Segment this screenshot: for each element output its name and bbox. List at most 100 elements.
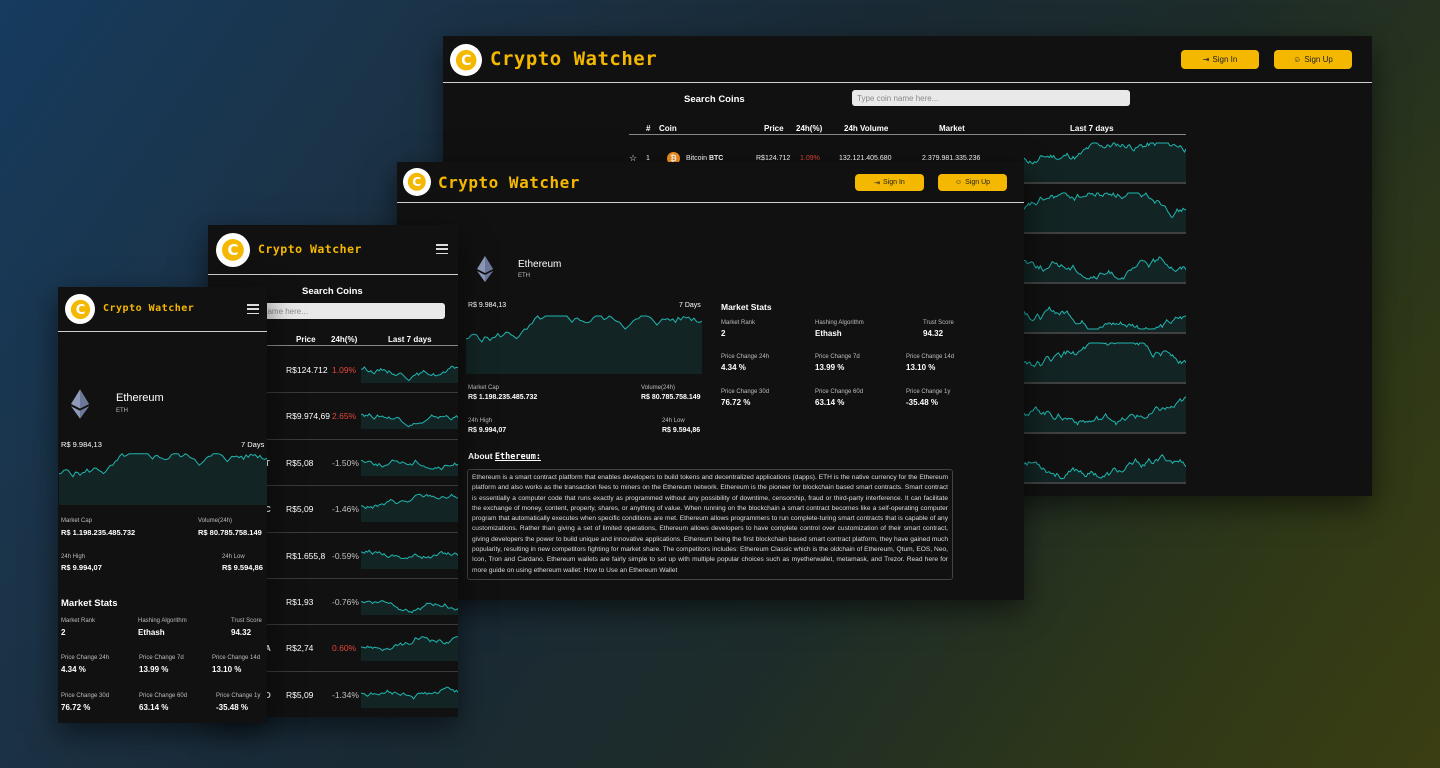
low-value: R$ 9.594,86: [662, 427, 701, 434]
volume-value: R$ 80.785.758.149: [198, 528, 262, 537]
stat-value: 76.72 %: [721, 398, 751, 407]
stat-label: Trust Score: [231, 618, 262, 624]
row-change: 0.60%: [332, 643, 357, 654]
stat-value: 4.34 %: [61, 665, 86, 674]
stat-label: Price Change 1y: [216, 693, 261, 699]
logo[interactable]: C: [216, 233, 250, 267]
menu-icon[interactable]: [436, 244, 448, 254]
stat-label: Price Change 24h: [61, 655, 110, 661]
row-sparkline: [361, 365, 458, 383]
sparkline-area: [361, 459, 458, 476]
row-price: R$2,74: [286, 643, 314, 654]
stat-label: Price Change 30d: [61, 693, 110, 699]
search-input[interactable]: [852, 90, 1130, 106]
menu-icon[interactable]: [247, 304, 259, 314]
sign-in-button[interactable]: ⇥ Sign In: [855, 174, 924, 191]
logo[interactable]: C: [65, 294, 95, 324]
row-sparkline: [361, 636, 458, 662]
row-sparkline: [1024, 396, 1186, 432]
stat-value: 13.99 %: [815, 363, 845, 372]
sparkline-area: [1024, 343, 1186, 382]
stat-label: Price Change 7d: [815, 354, 860, 360]
bitcoin-logo-icon: C: [455, 49, 477, 71]
stat-value: 4.34 %: [721, 363, 746, 372]
current-price: R$ 9.984,13: [61, 440, 102, 449]
header-divider: [397, 202, 1024, 203]
stat-value: 76.72 %: [61, 703, 91, 712]
ethereum-icon: [71, 389, 89, 419]
stat-label: Price Change 14d: [212, 655, 261, 661]
stat-value: -35.48 %: [216, 703, 249, 712]
row-sparkline: [361, 493, 458, 523]
row-divider: [258, 531, 458, 533]
mobile-detail-window: C Crypto Watcher Ethereum ETH R$ 9.984,1…: [58, 287, 267, 723]
brand-title[interactable]: Crypto Watcher: [438, 173, 580, 192]
logo[interactable]: C: [450, 44, 482, 76]
col-last7: Last 7 days: [1070, 124, 1114, 133]
price-chart: [466, 315, 702, 374]
row-change: 2.65%: [332, 411, 357, 422]
row-price: R$1,93: [286, 597, 314, 607]
sparkline-area: [59, 453, 267, 505]
row-sparkline: [1024, 306, 1186, 332]
row-change: -0.76%: [332, 597, 359, 607]
stat-label: Price Change 30d: [721, 389, 770, 395]
market-cap-label: Market Cap: [61, 518, 93, 524]
row-price: R$124.712: [286, 365, 328, 375]
sparkline-area: [361, 687, 458, 708]
volume-label: Volume(24h): [198, 518, 233, 524]
row-price: R$5,09: [286, 689, 314, 700]
stat-label: Price Change 7d: [139, 655, 184, 661]
market-stats-title: Market Stats: [721, 302, 772, 312]
logo[interactable]: C: [403, 168, 431, 196]
stat-value: -35.48 %: [906, 398, 939, 407]
table-header-divider: [629, 134, 1186, 135]
row-change: 1.09%: [332, 365, 357, 375]
table-header-divider: [258, 345, 458, 346]
stat-label: Price Change 60d: [139, 693, 188, 699]
sparkline-area: [1024, 256, 1186, 282]
brand-title[interactable]: Crypto Watcher: [490, 48, 657, 70]
row-divider: [258, 438, 458, 440]
user-icon: ☺: [954, 179, 963, 186]
row-sparkline: [361, 459, 458, 476]
row-divider: [258, 578, 458, 579]
market-cap-label: Market Cap: [468, 385, 500, 391]
svg-text:C: C: [75, 302, 85, 317]
coin-symbol: ETH: [116, 408, 128, 414]
stat-label: Price Change 14d: [906, 354, 955, 360]
row-sparkline: [1024, 191, 1186, 232]
high-value: R$ 9.994,07: [61, 563, 102, 572]
sparkline-area: [466, 316, 702, 374]
search-title: Search Coins: [684, 94, 745, 105]
stat-value: 2: [721, 329, 726, 338]
row-volume: 132.121.405.680: [839, 155, 892, 162]
stat-value: 94.32: [231, 628, 252, 637]
stat-value: Ethash: [815, 329, 842, 338]
market-cap-value: R$ 1.198.235.485.732: [61, 528, 136, 537]
row-coin-name: Bitcoin BTC: [686, 155, 724, 162]
ethereum-icon: [477, 256, 493, 282]
sign-up-button[interactable]: ☺ Sign Up: [938, 174, 1007, 191]
row-change: -1.34%: [332, 689, 359, 700]
brand-title[interactable]: Crypto Watcher: [103, 303, 194, 314]
sign-in-icon: ⇥: [1202, 55, 1210, 64]
row-change: -1.46%: [332, 504, 359, 515]
sparkline-area: [361, 636, 458, 662]
brand-title[interactable]: Crypto Watcher: [258, 242, 362, 256]
row-divider: [258, 392, 458, 394]
sparkline-area: [1024, 454, 1186, 482]
row-sparkline: [361, 549, 458, 569]
coin-symbol: ETH: [518, 273, 530, 279]
sign-up-button[interactable]: ☺ Sign Up: [1274, 50, 1352, 69]
stat-label: Price Change 24h: [721, 354, 770, 360]
col-change: 24h(%): [796, 124, 823, 133]
sign-in-icon: ⇥: [874, 179, 881, 187]
col-market: Market: [939, 124, 965, 133]
stat-label: Hashing Algorithm: [815, 320, 864, 326]
row-price: R$124.712: [756, 155, 791, 162]
sign-in-button[interactable]: ⇥ Sign In: [1181, 50, 1259, 69]
sparkline-area: [361, 494, 458, 523]
search-input[interactable]: [258, 303, 445, 319]
row-price: R$5,09: [286, 504, 314, 515]
